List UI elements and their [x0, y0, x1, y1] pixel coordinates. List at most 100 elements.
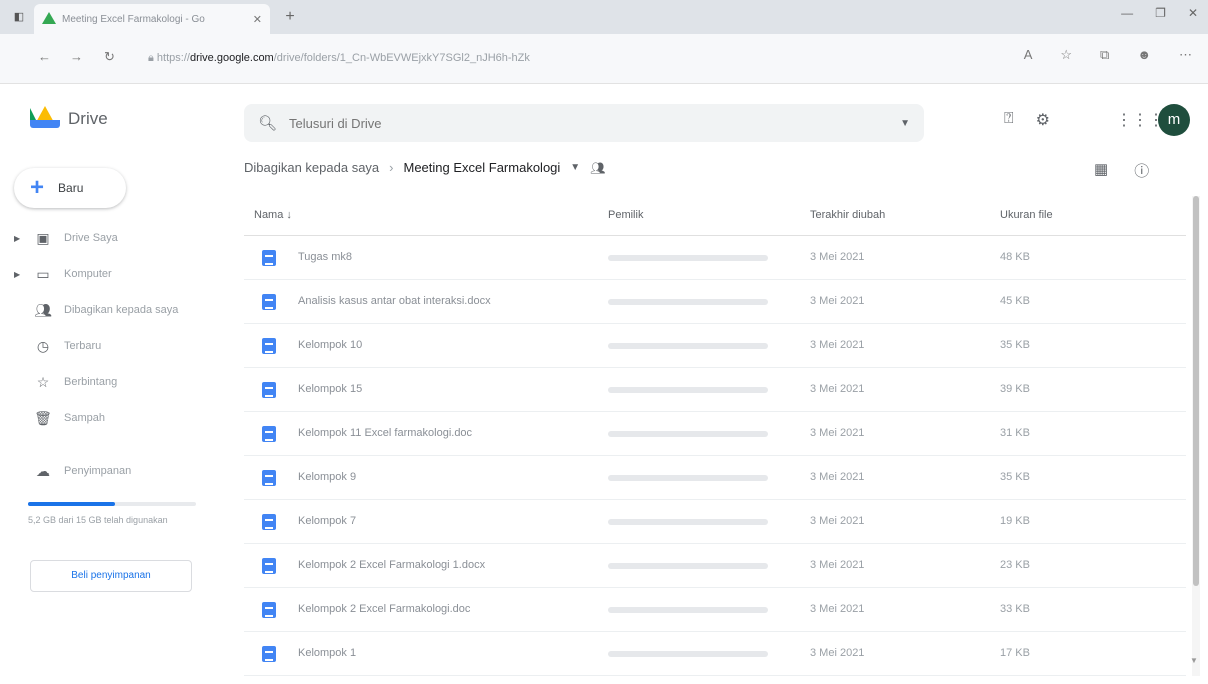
- owner-name: [608, 651, 768, 657]
- file-size: 45 KB: [1000, 295, 1030, 307]
- window-close-icon[interactable]: ✕: [1188, 6, 1198, 20]
- file-size: 35 KB: [1000, 339, 1030, 351]
- table-row[interactable]: Analisis kasus antar obat interaksi.docx…: [244, 280, 1186, 324]
- plus-icon: +: [30, 174, 45, 201]
- profile-icon[interactable]: ☻: [1137, 47, 1151, 63]
- owner-name: [608, 255, 768, 261]
- more-icon[interactable]: ⋯: [1179, 47, 1192, 63]
- new-button[interactable]: + Baru: [14, 168, 126, 208]
- file-name: Kelompok 9: [298, 471, 357, 483]
- address-bar[interactable]: 🔒︎ https://drive.google.com/drive/folder…: [148, 46, 748, 70]
- breadcrumb-current[interactable]: Meeting Excel Farmakologi: [404, 160, 561, 175]
- owner-name: [608, 519, 768, 525]
- search-icon[interactable]: 🔍︎: [258, 114, 277, 132]
- owner-name: [608, 475, 768, 481]
- apps-grid-icon[interactable]: ⋮⋮⋮: [1116, 110, 1164, 130]
- grid-view-icon[interactable]: ▦: [1094, 160, 1108, 181]
- table-row[interactable]: Tugas mk8 3 Mei 2021 48 KB: [244, 236, 1186, 280]
- sidebar-item-recent[interactable]: ◷ Terbaru: [0, 328, 210, 364]
- info-icon[interactable]: ⓘ: [1134, 160, 1149, 181]
- trash-icon: 🗑︎: [34, 409, 52, 426]
- file-modified: 3 Mei 2021: [810, 515, 865, 527]
- browser-tab[interactable]: Meeting Excel Farmakologi - Go ✕: [34, 4, 270, 34]
- sidebar-item-storage[interactable]: ☁ Penyimpanan: [0, 453, 210, 489]
- owner-name: [608, 563, 768, 569]
- file-size: 23 KB: [1000, 559, 1030, 571]
- storage-bar-fill: [28, 502, 116, 506]
- table-row[interactable]: Kelompok 9 3 Mei 2021 35 KB: [244, 456, 1186, 500]
- forward-icon[interactable]: →: [70, 49, 83, 64]
- table-row[interactable]: Kelompok 2 Excel Farmakologi.doc 3 Mei 20…: [244, 588, 1186, 632]
- url-host: drive.google.com: [189, 52, 274, 64]
- breadcrumb-root[interactable]: Dibagikan kepada saya: [244, 160, 379, 175]
- table-row[interactable]: Kelompok 7 3 Mei 2021 19 KB: [244, 500, 1186, 544]
- table-row[interactable]: Kelompok 15 3 Mei 2021 39 KB: [244, 368, 1186, 412]
- column-modified[interactable]: Terakhir diubah: [810, 209, 885, 221]
- sidebar-item-computers[interactable]: ▶ ▭ Komputer: [0, 256, 210, 292]
- collections-icon[interactable]: ⧉: [1100, 47, 1109, 63]
- file-list: Tugas mk8 3 Mei 2021 48 KB Analisis kasus a…: [244, 236, 1186, 676]
- doc-file-icon: [262, 382, 276, 398]
- new-tab-icon[interactable]: +: [280, 7, 300, 27]
- owner-name: [608, 387, 768, 393]
- doc-file-icon: [262, 338, 276, 354]
- lock-icon: 🔒︎: [148, 52, 157, 64]
- owner-name: [608, 343, 768, 349]
- scrollbar-thumb[interactable]: [1193, 196, 1199, 586]
- sidebar-item-label: Komputer: [64, 268, 112, 280]
- search-input[interactable]: [289, 115, 889, 131]
- expand-icon[interactable]: ▶: [14, 234, 22, 243]
- sort-arrow-icon[interactable]: ↓: [286, 209, 292, 221]
- file-modified: 3 Mei 2021: [810, 647, 865, 659]
- file-size: 39 KB: [1000, 383, 1030, 395]
- clock-icon: ◷: [36, 337, 50, 354]
- refresh-icon[interactable]: ↻: [104, 49, 115, 65]
- drive-logo[interactable]: Drive: [30, 106, 108, 132]
- buy-storage-button[interactable]: Beli penyimpanan: [30, 560, 192, 592]
- settings-icon[interactable]: ⚙: [1036, 110, 1050, 130]
- table-row[interactable]: Kelompok 1 3 Mei 2021 17 KB: [244, 632, 1186, 676]
- doc-file-icon: [262, 470, 276, 486]
- column-size[interactable]: Ukuran file: [1000, 209, 1053, 221]
- table-row[interactable]: Kelompok 10 3 Mei 2021 35 KB: [244, 324, 1186, 368]
- cloud-icon: ☁: [36, 462, 50, 479]
- file-size: 31 KB: [1000, 427, 1030, 439]
- read-aloud-icon[interactable]: A: [1024, 47, 1033, 63]
- sidebar-item-starred[interactable]: ☆ Berbintang: [0, 364, 210, 400]
- storage-text: 5,2 GB dari 15 GB telah digunakan: [28, 515, 168, 525]
- tab-title: Meeting Excel Farmakologi - Go: [62, 13, 205, 25]
- search-options-icon[interactable]: ▼: [900, 118, 910, 129]
- help-icon[interactable]: ⍰: [1004, 110, 1014, 130]
- back-icon[interactable]: ←: [38, 49, 51, 64]
- table-row[interactable]: Kelompok 2 Excel Farmakologi 1.docx 3 Mei…: [244, 544, 1186, 588]
- avatar[interactable]: m: [1158, 104, 1190, 136]
- file-modified: 3 Mei 2021: [810, 251, 865, 263]
- sidebar-item-my-drive[interactable]: ▶ ▣ Drive Saya: [0, 220, 210, 256]
- sidebar-item-label: Drive Saya: [64, 232, 118, 244]
- sidebar-item-label: Berbintang: [64, 376, 118, 388]
- sidebar-item-shared[interactable]: 👥︎ Dibagikan kepada saya: [0, 292, 210, 328]
- breadcrumb: Dibagikan kepada saya › Meeting Excel Fa…: [244, 160, 605, 175]
- file-name: Analisis kasus antar obat interaksi.docx: [298, 295, 491, 307]
- column-name[interactable]: Nama ↓: [254, 209, 292, 221]
- table-header: Nama ↓ Pemilik Terakhir diubah Ukuran fi…: [244, 196, 1186, 236]
- logo-text: Drive: [68, 109, 108, 128]
- file-name: Kelompok 10: [298, 339, 363, 351]
- minimize-icon[interactable]: —: [1121, 6, 1133, 20]
- tab-close-icon[interactable]: ✕: [253, 13, 262, 26]
- url-path: /drive/folders/1_Cn-WbEVWEjxkY7SGl2_nJH6…: [273, 52, 530, 64]
- chevron-down-icon[interactable]: ▼: [570, 162, 580, 173]
- browser-tab-strip: ◧ Meeting Excel Farmakologi - Go ✕ + — ❐…: [0, 0, 1208, 34]
- maximize-icon[interactable]: ❐: [1155, 6, 1166, 20]
- favorites-icon[interactable]: ☆: [1060, 47, 1072, 63]
- table-row[interactable]: Kelompok 11 Excel farmakologi.doc 3 Mei 2…: [244, 412, 1186, 456]
- sidebar-item-trash[interactable]: 🗑︎ Sampah: [0, 400, 210, 436]
- scroll-down-icon[interactable]: ▼: [1190, 656, 1198, 665]
- expand-icon[interactable]: ▶: [14, 270, 22, 279]
- tab-actions-icon[interactable]: ◧: [8, 8, 30, 26]
- sidebar-item-label: Sampah: [64, 412, 105, 424]
- address-bar-row: ← → ↻ 🔒︎ https://drive.google.com/drive/…: [0, 34, 1208, 84]
- column-owner[interactable]: Pemilik: [608, 209, 643, 221]
- file-name: Kelompok 1: [298, 647, 357, 659]
- drive-header: Drive 🔍︎ ▼ ⍰ ⚙ ⋮⋮⋮ m: [0, 92, 1208, 148]
